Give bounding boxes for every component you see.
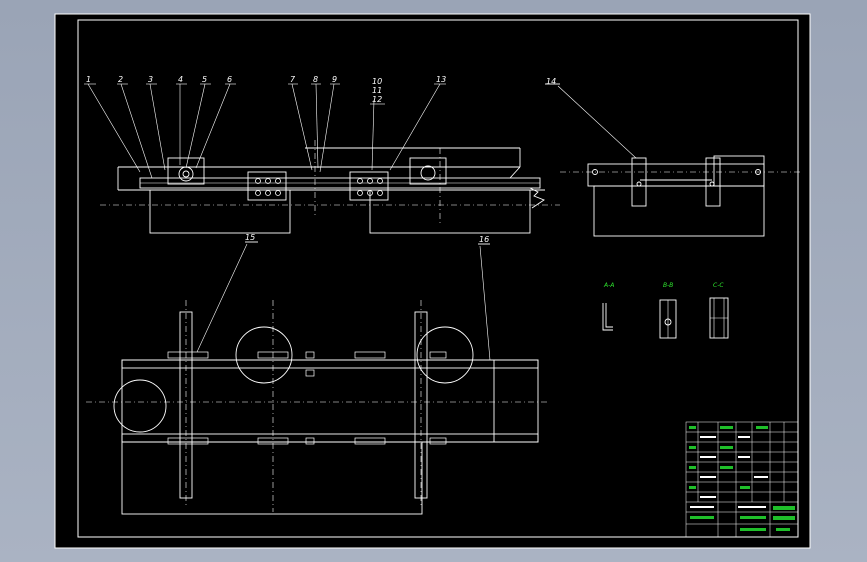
- callout-4: 4: [178, 75, 183, 84]
- callout-14: 14: [546, 77, 556, 86]
- callout-12: 12: [372, 95, 382, 104]
- callout-13: 13: [436, 75, 446, 84]
- callout-9: 9: [332, 75, 337, 84]
- callout-16: 16: [479, 235, 489, 244]
- callout-5: 5: [202, 75, 207, 84]
- callout-11: 11: [372, 86, 382, 95]
- callout-15: 15: [245, 233, 255, 242]
- drawing-sheet: [54, 13, 811, 549]
- callout-8: 8: [313, 75, 318, 84]
- callout-1: 1: [86, 75, 91, 84]
- section-label-b: B-B: [663, 282, 673, 289]
- callout-6: 6: [227, 75, 232, 84]
- cad-viewport[interactable]: 1 2 3 4 5 6 7 8 9 10 11 12 13 14 A-A B-B…: [0, 0, 867, 562]
- callout-3: 3: [148, 75, 153, 84]
- section-label-c: C-C: [713, 282, 724, 289]
- callout-10: 10: [372, 77, 382, 86]
- drawing-canvas: 1 2 3 4 5 6 7 8 9 10 11 12 13 14 A-A B-B…: [54, 13, 811, 549]
- section-label-a: A-A: [603, 282, 614, 289]
- callout-2: 2: [118, 75, 123, 84]
